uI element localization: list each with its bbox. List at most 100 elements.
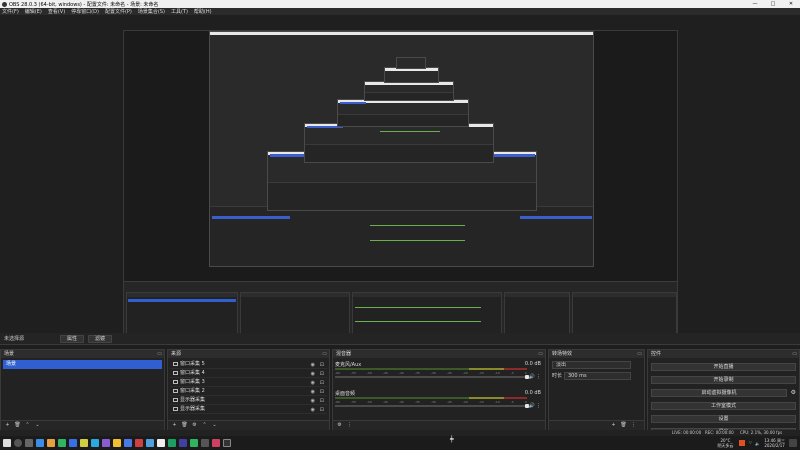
app-icon[interactable] [69,439,77,447]
clock[interactable]: 13:46 周三 2020/2/17 [764,438,785,448]
dock-options-icon[interactable]: ▭ [322,350,327,358]
start-streaming-button[interactable]: 开始直播 [651,363,796,371]
system-tray: 20°C 阴天多云 ⌔ 🔈 13:46 周三 2020/2/17 [713,436,797,450]
app-icon[interactable] [124,439,132,447]
dock-options-icon[interactable]: ▭ [157,350,162,358]
tray-app-icon[interactable] [739,440,746,446]
source-up-button[interactable]: ⌃ [201,422,208,429]
nested-capture-7 [396,57,426,69]
app-icon[interactable] [146,439,154,447]
meter-ticks: -60 -55 -50 -45 -40 -35 -30 -25 -20 -15 -10 -5 0 [335,400,527,404]
app-icon[interactable] [168,439,176,447]
filters-button[interactable]: 滤镜 [88,334,113,343]
app-icon[interactable] [179,439,187,447]
app-icon[interactable] [212,439,220,447]
add-source-button[interactable]: + [171,422,178,429]
window-capture-icon [173,371,178,375]
sources-panel: 来源 ▭ 窗口采集 5 ◉ ⊡ 窗口采集 4 ◉ ⊡ 窗口采集 3 ◉ ⊡ 窗口采集 2 ◉ ⊡ … [167,349,330,431]
volume-icon[interactable]: 🔈 [755,441,760,446]
wifi-icon[interactable]: ⌔ [748,440,752,446]
obs-taskbar-icon[interactable] [223,439,231,447]
nested-capture-4 [337,99,469,127]
app-icon[interactable] [157,439,165,447]
remove-scene-button[interactable]: 🗑 [14,422,21,429]
task-view-icon[interactable] [25,439,33,447]
notification-icon[interactable] [789,439,797,447]
source-row[interactable]: 窗口采集 3 ◉ ⊡ [170,378,327,387]
source-row[interactable]: 窗口采集 4 ◉ ⊡ [170,369,327,378]
menu-docks[interactable]: 停靠窗口(D) [71,8,99,15]
close-button[interactable]: ✕ [782,0,800,8]
mouse-cursor-icon: ╪ [450,436,454,443]
source-row[interactable]: 显示器采集 ◉ ⊡ [170,405,327,414]
display-capture-icon [173,398,178,402]
scene-down-button[interactable]: ⌄ [34,422,41,429]
studio-mode-button[interactable]: 工作室模式 [651,402,796,410]
app-icon[interactable] [58,439,66,447]
menu-scene-collection[interactable]: 场景集合(S) [138,8,165,15]
scene-item[interactable]: 场景 [3,360,162,369]
wechat-icon[interactable] [190,439,198,447]
preview-area[interactable] [0,15,800,342]
app-icon[interactable] [113,439,121,447]
mixer-settings-button[interactable]: ⚙ [336,422,343,429]
menu-edit[interactable]: 编辑(E) [25,8,42,15]
remove-transition-button[interactable]: 🗑 [620,422,627,429]
audio-meter [335,397,527,399]
windows-start-icon[interactable] [3,439,11,447]
menu-tools[interactable]: 工具(T) [171,8,188,15]
weather-widget[interactable]: 20°C 阴天多云 [717,438,733,448]
source-down-button[interactable]: ⌄ [211,422,218,429]
mixer-menu-button[interactable]: ⋮ [346,422,353,429]
dock-options-icon[interactable]: ▭ [637,350,642,358]
no-source-label: 未选择源 [4,336,25,342]
virtual-camera-settings-icon[interactable]: ⚙ [791,389,796,396]
menu-file[interactable]: 文件(F) [2,8,19,15]
scene-up-button[interactable]: ⌃ [24,422,31,429]
lock-icon[interactable]: ⊡ [320,406,324,415]
nested-capture-6 [384,67,439,83]
app-icon[interactable] [102,439,110,447]
source-row[interactable]: 显示器采集 ◉ ⊡ [170,396,327,405]
start-recording-button[interactable]: 开始录制 [651,376,796,384]
sources-title: 来源 [171,351,182,357]
app-icon[interactable] [135,439,143,447]
remove-source-button[interactable]: 🗑 [181,422,188,429]
more-options-icon[interactable]: ⋮ [536,374,541,380]
properties-button[interactable]: 属性 [60,334,85,343]
volume-slider[interactable] [335,404,529,408]
edge-icon[interactable] [91,439,99,447]
menu-help[interactable]: 帮助(H) [194,8,212,15]
add-transition-button[interactable]: + [610,422,617,429]
audio-meter [335,368,527,370]
transition-menu-button[interactable]: ⋮ [630,422,637,429]
source-settings-button[interactable]: ⚙ [191,422,198,429]
more-options-icon[interactable]: ⋮ [536,403,541,409]
transition-select[interactable]: 淡出 [552,361,631,369]
dock-options-icon[interactable]: ▭ [538,350,543,358]
search-icon[interactable] [14,439,22,447]
dock-options-icon[interactable]: ▭ [792,350,797,358]
minimize-button[interactable]: — [746,0,764,8]
display-capture-icon [173,407,178,411]
menu-view[interactable]: 查看(V) [48,8,65,15]
app-icon[interactable] [201,439,209,447]
app-icon[interactable] [36,439,44,447]
source-row[interactable]: 窗口采集 5 ◉ ⊡ [170,360,327,369]
app-icon[interactable] [80,439,88,447]
menu-profile[interactable]: 配置文件(P) [105,8,132,15]
preview-canvas[interactable] [123,30,678,342]
duration-input[interactable]: 300 ms [564,372,631,380]
nested-capture-5 [364,81,454,101]
window-capture-icon [173,389,178,393]
visibility-icon[interactable]: ◉ [311,406,315,415]
speaker-icon[interactable]: 🔊 [529,403,535,409]
add-scene-button[interactable]: + [4,422,11,429]
folder-icon[interactable] [47,439,55,447]
maximize-button[interactable]: □ [764,0,782,8]
start-virtual-camera-button[interactable]: 启动虚拟摄像机 [651,389,787,397]
volume-slider[interactable] [335,375,529,379]
settings-button[interactable]: 设置 [651,415,796,423]
speaker-icon[interactable]: 🔊 [529,374,535,380]
source-row[interactable]: 窗口采集 2 ◉ ⊡ [170,387,327,396]
